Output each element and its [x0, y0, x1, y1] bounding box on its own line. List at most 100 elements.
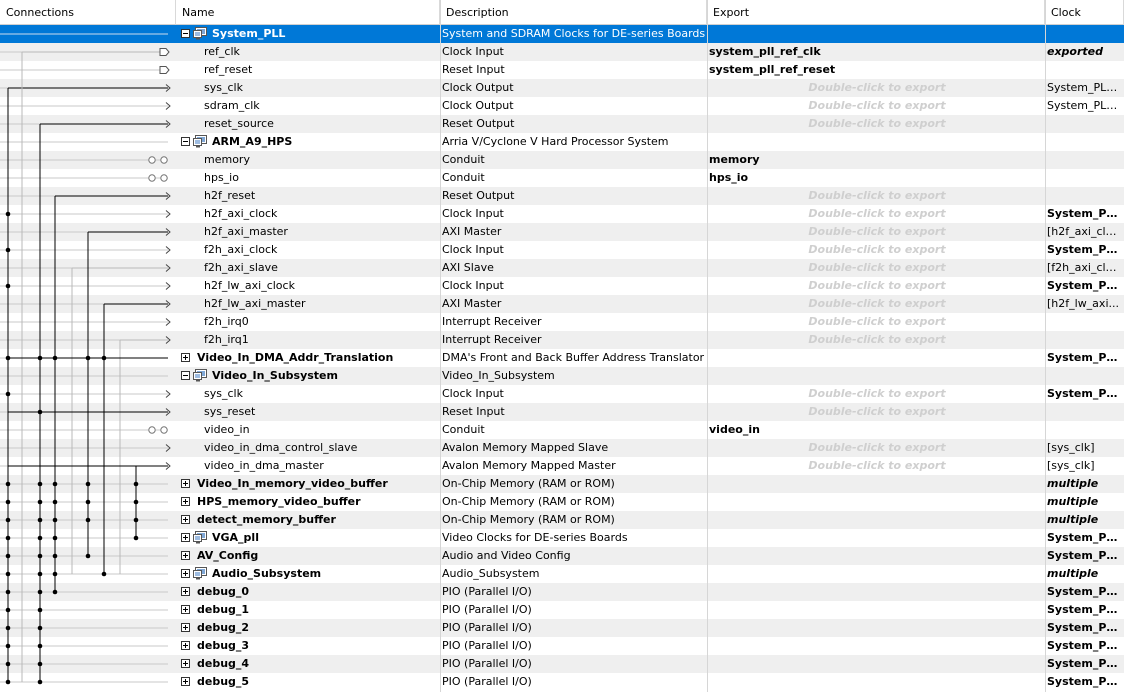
clock-cell[interactable]: [1047, 331, 1122, 349]
clock-cell[interactable]: System_PL...: [1047, 655, 1122, 673]
clock-cell[interactable]: System_PL...: [1047, 673, 1122, 691]
clock-cell[interactable]: System_PLL...: [1047, 97, 1122, 115]
module-name: VGA_pll: [212, 531, 259, 544]
clock-cell[interactable]: System_PL...: [1047, 385, 1122, 403]
clock-cell[interactable]: [sys_clk]: [1047, 439, 1122, 457]
clock-cell[interactable]: System_PL...: [1047, 601, 1122, 619]
clock-cell[interactable]: [h2f_axi_clo...: [1047, 223, 1122, 241]
clock-cell[interactable]: System_PL...: [1047, 241, 1122, 259]
name-cell: sdram_clk: [178, 97, 440, 115]
clock-cell[interactable]: multiple: [1047, 493, 1122, 511]
header-clock[interactable]: Clock: [1045, 0, 1124, 25]
export-cell[interactable]: [709, 349, 1045, 367]
export-cell[interactable]: Double-click to export: [709, 259, 1045, 277]
export-cell[interactable]: Double-click to export: [709, 241, 1045, 259]
clock-cell[interactable]: [1047, 403, 1122, 421]
expand-toggle-icon[interactable]: [181, 569, 190, 578]
clock-cell[interactable]: [1047, 25, 1122, 43]
export-cell[interactable]: [709, 25, 1045, 43]
export-cell[interactable]: [709, 133, 1045, 151]
module-name: debug_0: [197, 585, 250, 598]
clock-cell[interactable]: [1047, 151, 1122, 169]
export-cell[interactable]: Double-click to export: [709, 385, 1045, 403]
export-cell[interactable]: [709, 529, 1045, 547]
expand-toggle-icon[interactable]: [181, 353, 190, 362]
expand-toggle-icon[interactable]: [181, 515, 190, 524]
export-cell[interactable]: Double-click to export: [709, 331, 1045, 349]
collapse-toggle-icon[interactable]: [181, 137, 190, 146]
export-cell[interactable]: Double-click to export: [709, 223, 1045, 241]
header-export[interactable]: Export: [707, 0, 1045, 25]
export-cell[interactable]: [709, 367, 1045, 385]
clock-cell[interactable]: [1047, 61, 1122, 79]
export-cell[interactable]: [709, 511, 1045, 529]
clock-cell[interactable]: System_PL...: [1047, 529, 1122, 547]
clock-cell[interactable]: multiple: [1047, 565, 1122, 583]
clock-cell[interactable]: [1047, 313, 1122, 331]
export-cell[interactable]: [709, 601, 1045, 619]
expand-toggle-icon[interactable]: [181, 641, 190, 650]
export-cell[interactable]: system_pll_ref_clk: [709, 43, 1045, 61]
clock-cell[interactable]: System_PL...: [1047, 547, 1122, 565]
expand-toggle-icon[interactable]: [181, 497, 190, 506]
clock-cell[interactable]: System_PL...: [1047, 349, 1122, 367]
export-cell[interactable]: video_in: [709, 421, 1045, 439]
export-cell[interactable]: Double-click to export: [709, 187, 1045, 205]
clock-cell[interactable]: multiple: [1047, 475, 1122, 493]
clock-cell[interactable]: System_PL...: [1047, 583, 1122, 601]
connection-point: [52, 553, 58, 559]
clock-cell[interactable]: [h2f_lw_axi...: [1047, 295, 1122, 313]
collapse-toggle-icon[interactable]: [181, 29, 190, 38]
clock-cell[interactable]: multiple: [1047, 511, 1122, 529]
export-cell[interactable]: [709, 547, 1045, 565]
clock-cell[interactable]: [1047, 187, 1122, 205]
export-cell[interactable]: Double-click to export: [709, 115, 1045, 133]
export-cell[interactable]: Double-click to export: [709, 295, 1045, 313]
export-cell[interactable]: [709, 655, 1045, 673]
export-cell[interactable]: Double-click to export: [709, 79, 1045, 97]
export-cell[interactable]: Double-click to export: [709, 439, 1045, 457]
expand-toggle-icon[interactable]: [181, 623, 190, 632]
export-cell[interactable]: system_pll_ref_reset: [709, 61, 1045, 79]
expand-toggle-icon[interactable]: [181, 551, 190, 560]
export-cell[interactable]: hps_io: [709, 169, 1045, 187]
connections-graph[interactable]: [0, 0, 176, 692]
clock-cell[interactable]: [f2h_axi_clo...: [1047, 259, 1122, 277]
clock-cell[interactable]: [sys_clk]: [1047, 457, 1122, 475]
expand-toggle-icon[interactable]: [181, 533, 190, 542]
export-cell[interactable]: [709, 637, 1045, 655]
export-cell[interactable]: memory: [709, 151, 1045, 169]
export-cell[interactable]: Double-click to export: [709, 313, 1045, 331]
expand-toggle-icon[interactable]: [181, 587, 190, 596]
export-cell[interactable]: Double-click to export: [709, 97, 1045, 115]
header-description[interactable]: Description: [440, 0, 707, 25]
export-cell[interactable]: [709, 565, 1045, 583]
export-cell[interactable]: [709, 583, 1045, 601]
collapse-toggle-icon[interactable]: [181, 371, 190, 380]
connection-point: [133, 517, 139, 523]
clock-cell[interactable]: System_PL...: [1047, 637, 1122, 655]
header-name[interactable]: Name: [176, 0, 440, 25]
clock-cell[interactable]: System_PL...: [1047, 619, 1122, 637]
export-cell[interactable]: [709, 619, 1045, 637]
export-cell[interactable]: Double-click to export: [709, 457, 1045, 475]
clock-cell[interactable]: [1047, 133, 1122, 151]
clock-cell[interactable]: System_PLL...: [1047, 79, 1122, 97]
export-cell[interactable]: [709, 475, 1045, 493]
clock-cell[interactable]: [1047, 115, 1122, 133]
expand-toggle-icon[interactable]: [181, 677, 190, 686]
export-cell[interactable]: Double-click to export: [709, 205, 1045, 223]
clock-cell[interactable]: exported: [1047, 43, 1122, 61]
export-cell[interactable]: [709, 493, 1045, 511]
clock-cell[interactable]: System_PL...: [1047, 277, 1122, 295]
export-cell[interactable]: Double-click to export: [709, 403, 1045, 421]
clock-cell[interactable]: [1047, 169, 1122, 187]
expand-toggle-icon[interactable]: [181, 659, 190, 668]
expand-toggle-icon[interactable]: [181, 605, 190, 614]
export-cell[interactable]: [709, 673, 1045, 691]
clock-cell[interactable]: System_PL...: [1047, 205, 1122, 223]
expand-toggle-icon[interactable]: [181, 479, 190, 488]
clock-cell[interactable]: [1047, 421, 1122, 439]
clock-cell[interactable]: [1047, 367, 1122, 385]
export-cell[interactable]: Double-click to export: [709, 277, 1045, 295]
